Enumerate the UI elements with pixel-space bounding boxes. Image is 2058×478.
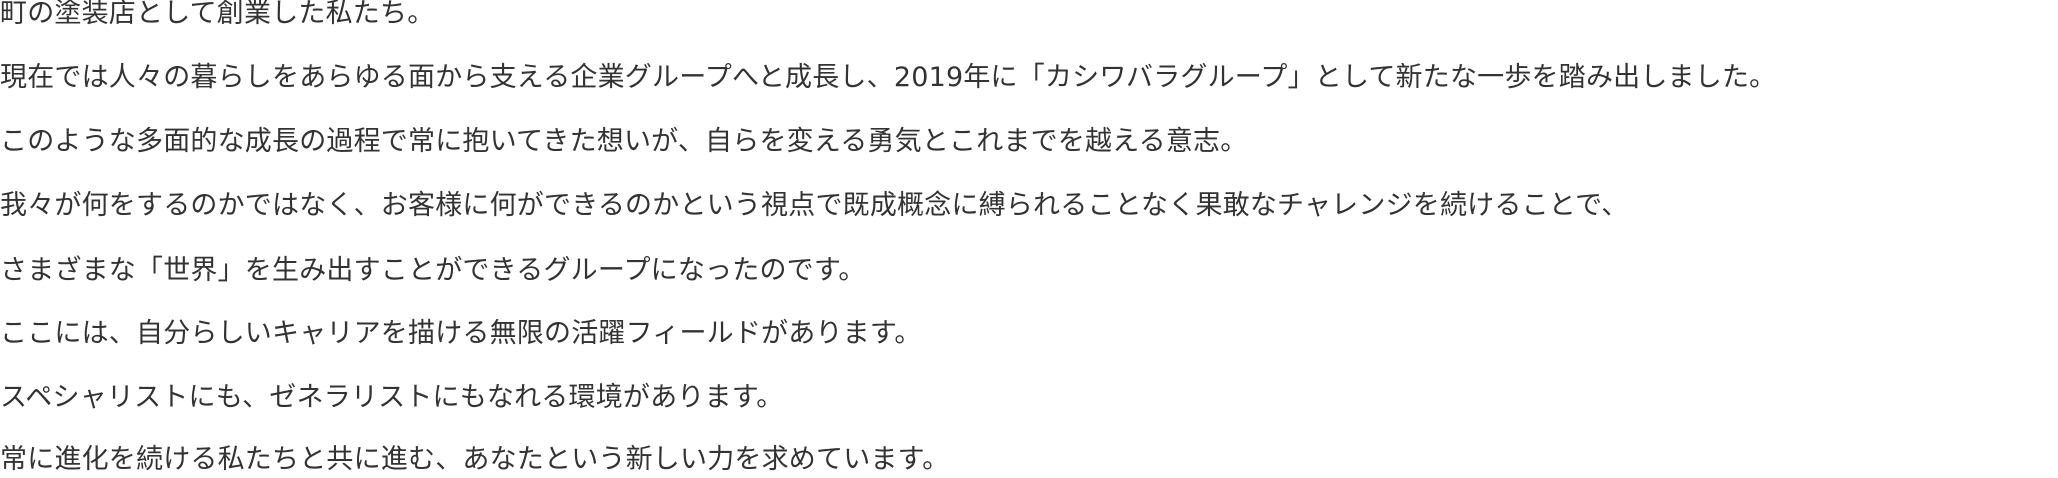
message-line-7: スペシャリストにも、ゼネラリストにもなれる環境があります。	[0, 382, 784, 413]
message-line-5: さまざまな「世界」を生み出すことができるグループになったのです。	[0, 255, 866, 286]
message-line-1: 町の塗装店として創業した私たち。	[0, 0, 435, 29]
message-line-2: 現在では人々の暮らしをあらゆる面から支える企業グループへと成長し、2019年に「…	[0, 62, 1777, 93]
message-line-8: 常に進化を続ける私たちと共に進む、あなたという新しい力を求めています。	[0, 444, 950, 475]
message-line-6: ここには、自分らしいキャリアを描ける無限の活躍フィールドがあります。	[0, 318, 922, 349]
message-line-4: 我々が何をするのかではなく、お客様に何ができるのかという視点で既成概念に縛られる…	[0, 190, 1629, 221]
message-line-3: このような多面的な成長の過程で常に抱いてきた想いが、自らを変える勇気とこれまでを…	[0, 126, 1248, 157]
company-message: 町の塗装店として創業した私たち。 現在では人々の暮らしをあらゆる面から支える企業…	[0, 0, 2058, 478]
